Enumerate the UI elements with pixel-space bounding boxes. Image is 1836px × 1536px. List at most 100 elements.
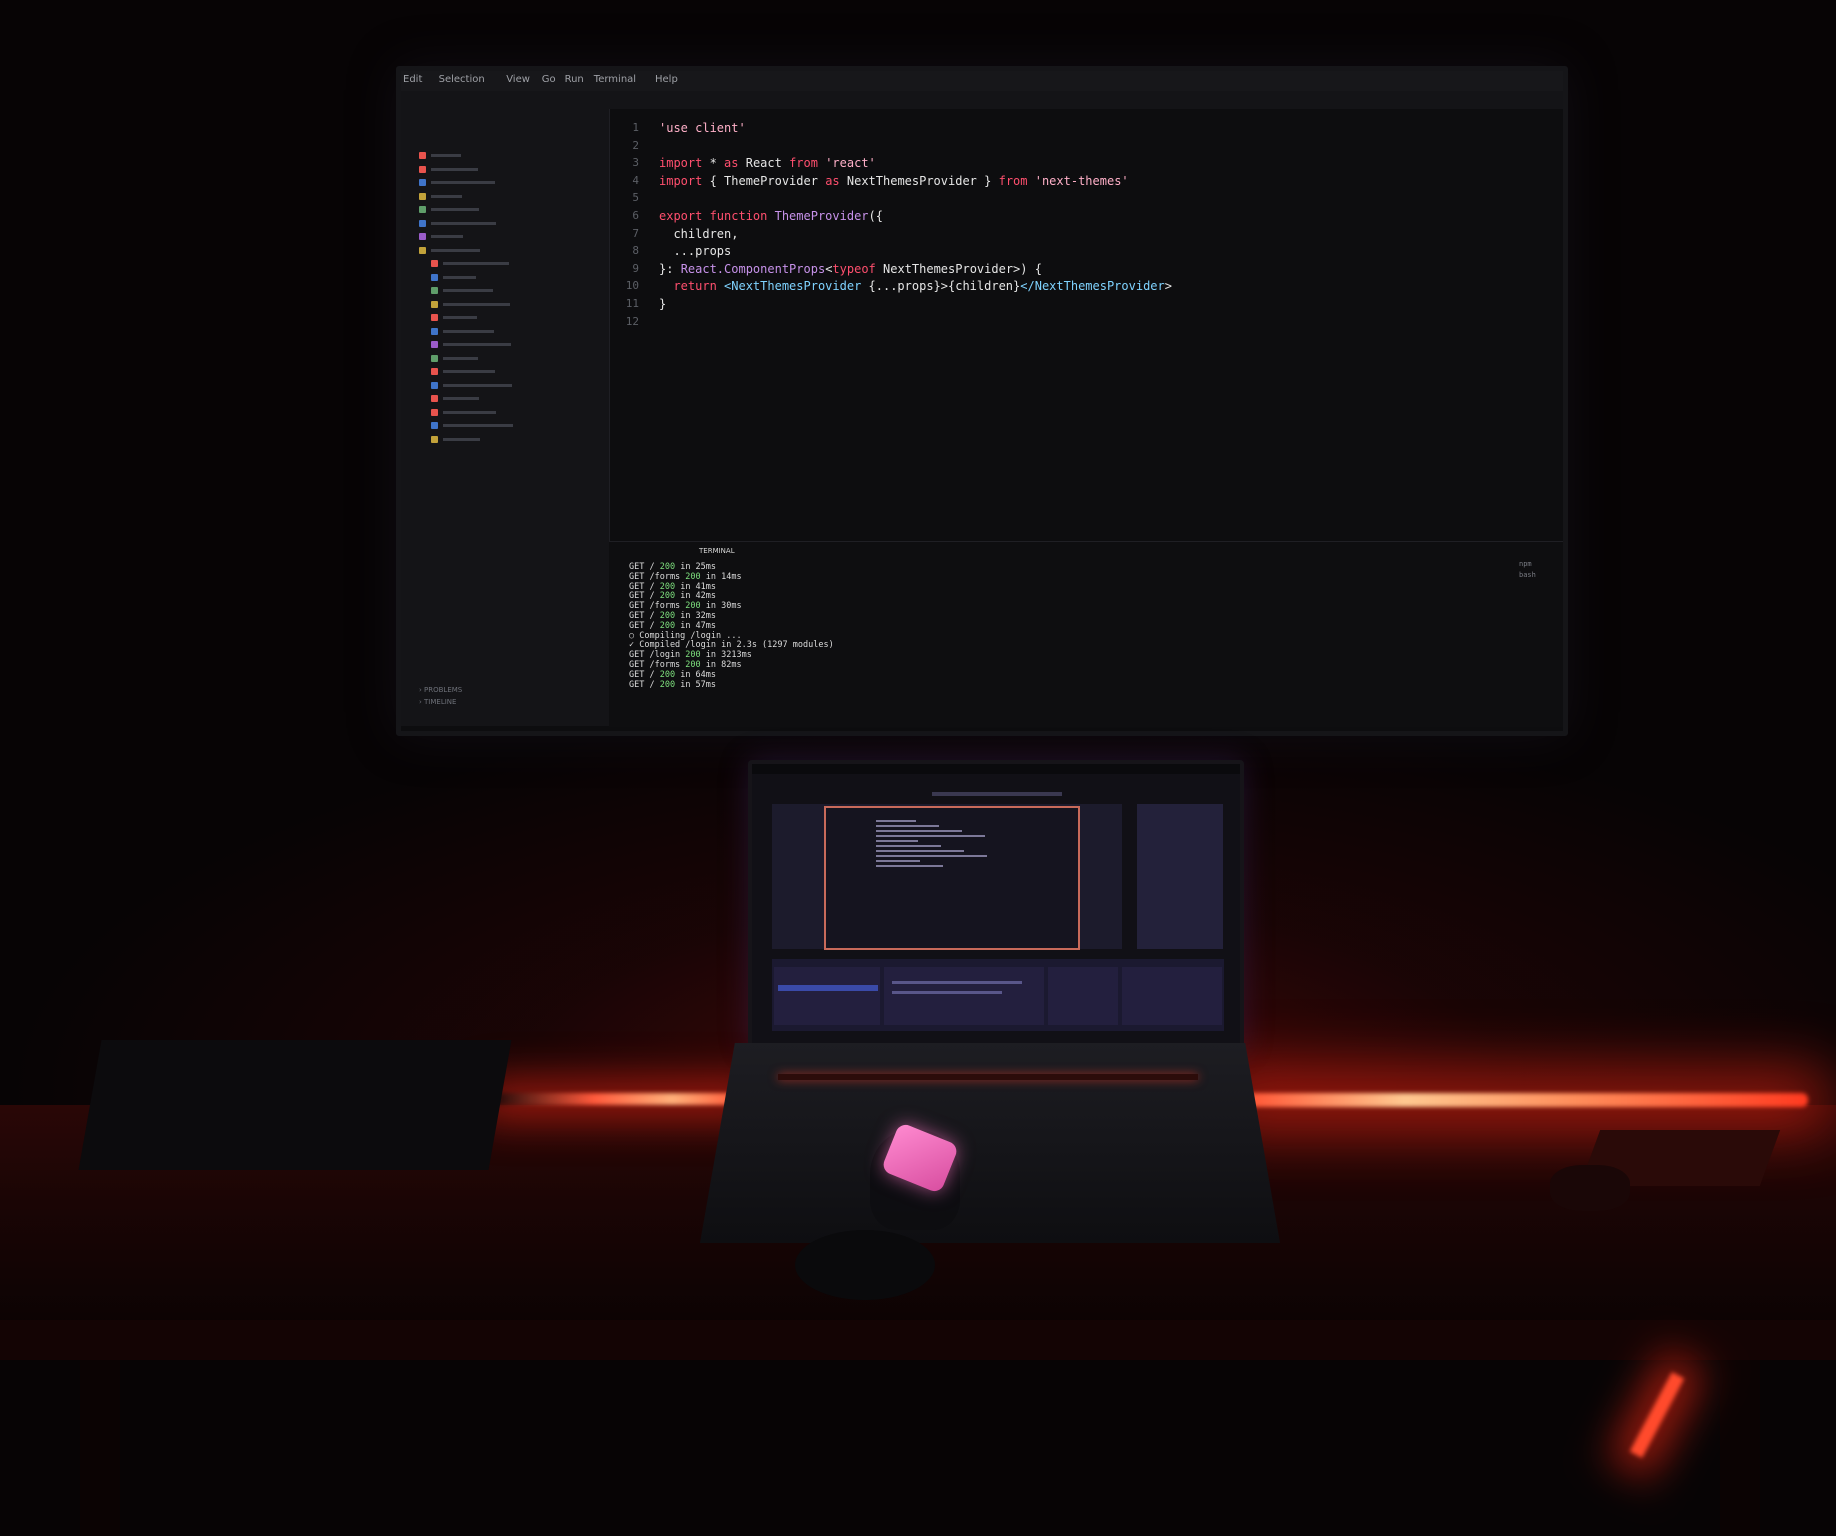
external-monitor: Edit Selection View Go Run Terminal Help › PRO…: [396, 66, 1568, 736]
menu-help[interactable]: Help: [655, 74, 678, 85]
terminal-line: GET / 200 in 41ms: [629, 581, 717, 592]
terminal-line: GET / 200 in 47ms: [629, 620, 717, 631]
file-icon: [431, 287, 438, 294]
file-tree-item[interactable]: [431, 381, 512, 390]
window-title: [932, 792, 1062, 796]
file-tree-item[interactable]: [431, 300, 510, 309]
file-tree-item[interactable]: [431, 340, 511, 349]
file-icon: [431, 395, 438, 402]
code-editor[interactable]: 1'use client' 2 3 import * as React from 'r…: [609, 121, 1563, 531]
file-tree-item[interactable]: [431, 354, 478, 363]
file-tree-item[interactable]: [419, 246, 480, 255]
selected-source[interactable]: [778, 985, 878, 991]
menu-terminal[interactable]: Terminal: [594, 74, 636, 85]
line-number: 5: [632, 191, 639, 205]
file-icon: [431, 273, 438, 281]
audio-slider[interactable]: [892, 981, 1022, 984]
file-tree-item[interactable]: [419, 151, 461, 160]
file-tree-item[interactable]: [431, 394, 479, 403]
line-number: 4: [632, 173, 639, 187]
file-icon: [419, 152, 426, 159]
line-number: 7: [632, 226, 639, 240]
file-icon: [431, 354, 438, 362]
file-tree-item[interactable]: [431, 435, 480, 444]
terminal-line: GET / 200 in 42ms: [629, 591, 717, 602]
file-tree-item[interactable]: [419, 192, 462, 201]
file-icon: [419, 206, 426, 213]
file-tree-item[interactable]: [431, 273, 476, 282]
editor-tab-bar: [609, 91, 1563, 109]
desk-setup-photo: Edit Selection View Go Run Terminal Help › PRO…: [0, 0, 1836, 1536]
terminal-instance[interactable]: bash: [1519, 571, 1536, 579]
sidebar-section-timeline[interactable]: › TIMELINE: [419, 698, 456, 706]
menu-selection[interactable]: Selection: [439, 74, 485, 85]
line-number: 10: [625, 279, 639, 293]
terminal-line: GET / 200 in 25ms: [629, 562, 717, 572]
file-tree-item[interactable]: [431, 421, 513, 430]
captured-code-line: [876, 850, 964, 852]
captured-code-line: [876, 835, 985, 837]
explorer-sidebar: › PROBLEMS › TIMELINE: [401, 91, 610, 726]
menu-go[interactable]: Go: [542, 74, 556, 85]
laptop-hinge: [778, 1074, 1198, 1080]
audio-mixer-dock: [884, 967, 1044, 1025]
terminal-instance[interactable]: npm: [1519, 560, 1536, 568]
desk-leg: [1720, 1360, 1760, 1536]
menu-edit[interactable]: Edit: [403, 74, 422, 85]
captured-code-line: [876, 845, 941, 847]
led-strip: [1232, 1093, 1808, 1107]
microphone-stand: [795, 1230, 935, 1300]
line-number: 9: [632, 261, 639, 275]
transitions-dock: [1048, 967, 1118, 1025]
terminal-line: GET / 200 in 32ms: [629, 611, 717, 621]
terminal-line: GET /forms 200 in 30ms: [629, 601, 742, 612]
file-tree-item[interactable]: [419, 165, 478, 174]
laptop-topbar: [752, 764, 1240, 774]
line-number: 3: [632, 156, 639, 170]
file-tree-item[interactable]: [431, 367, 495, 376]
file-icon: [419, 179, 426, 186]
controls-dock: [1122, 967, 1222, 1025]
file-icon: [431, 381, 438, 389]
captured-code-line: [876, 855, 987, 857]
menu-run[interactable]: Run: [565, 74, 584, 85]
terminal-line: GET / 200 in 64ms: [629, 669, 717, 680]
captured-code-line: [876, 840, 918, 842]
file-tree-item[interactable]: [431, 408, 496, 417]
file-tree-item[interactable]: [431, 286, 493, 295]
file-icon: [431, 368, 438, 375]
terminal-line: GET /forms 200 in 82ms: [629, 660, 742, 670]
captured-code-line: [876, 820, 916, 822]
file-icon: [419, 233, 426, 240]
file-tree-item[interactable]: [431, 327, 494, 336]
file-icon: [431, 300, 438, 308]
laptop-keyboard: [700, 1043, 1280, 1243]
line-number: 2: [632, 138, 639, 152]
tab-terminal[interactable]: TERMINAL: [699, 547, 735, 555]
terminal-line: ✓ Compiled /login in 2.3s (1297 modules): [629, 640, 834, 651]
captured-screen: [824, 806, 1080, 950]
file-icon: [431, 314, 438, 321]
file-tree-item[interactable]: [419, 232, 463, 241]
audio-slider[interactable]: [892, 991, 1002, 994]
desk-leg: [80, 1360, 120, 1536]
file-icon: [431, 260, 438, 267]
file-tree-item[interactable]: [419, 205, 479, 214]
sidebar-section-problems[interactable]: › PROBLEMS: [419, 686, 462, 694]
file-tree-item[interactable]: [419, 219, 496, 228]
desk-edge: [0, 1320, 1836, 1360]
terminal-panel: TERMINAL GET / 200 in 25ms GET /forms 200…: [609, 541, 1563, 727]
captured-code-line: [876, 825, 939, 827]
file-tree-item[interactable]: [419, 178, 495, 187]
line-number: 12: [625, 314, 639, 328]
file-tree-item[interactable]: [431, 313, 477, 322]
menu-view[interactable]: View: [506, 74, 530, 85]
terminal-line: ○ Compiling /login ...: [629, 630, 742, 641]
terminal-line: GET / 200 in 57ms: [629, 679, 717, 690]
line-number: 1: [632, 121, 639, 134]
mouse: [1550, 1165, 1630, 1211]
file-tree-item[interactable]: [431, 259, 509, 268]
led-strip: [490, 1093, 750, 1105]
file-icon: [431, 422, 438, 429]
file-icon: [419, 219, 426, 227]
